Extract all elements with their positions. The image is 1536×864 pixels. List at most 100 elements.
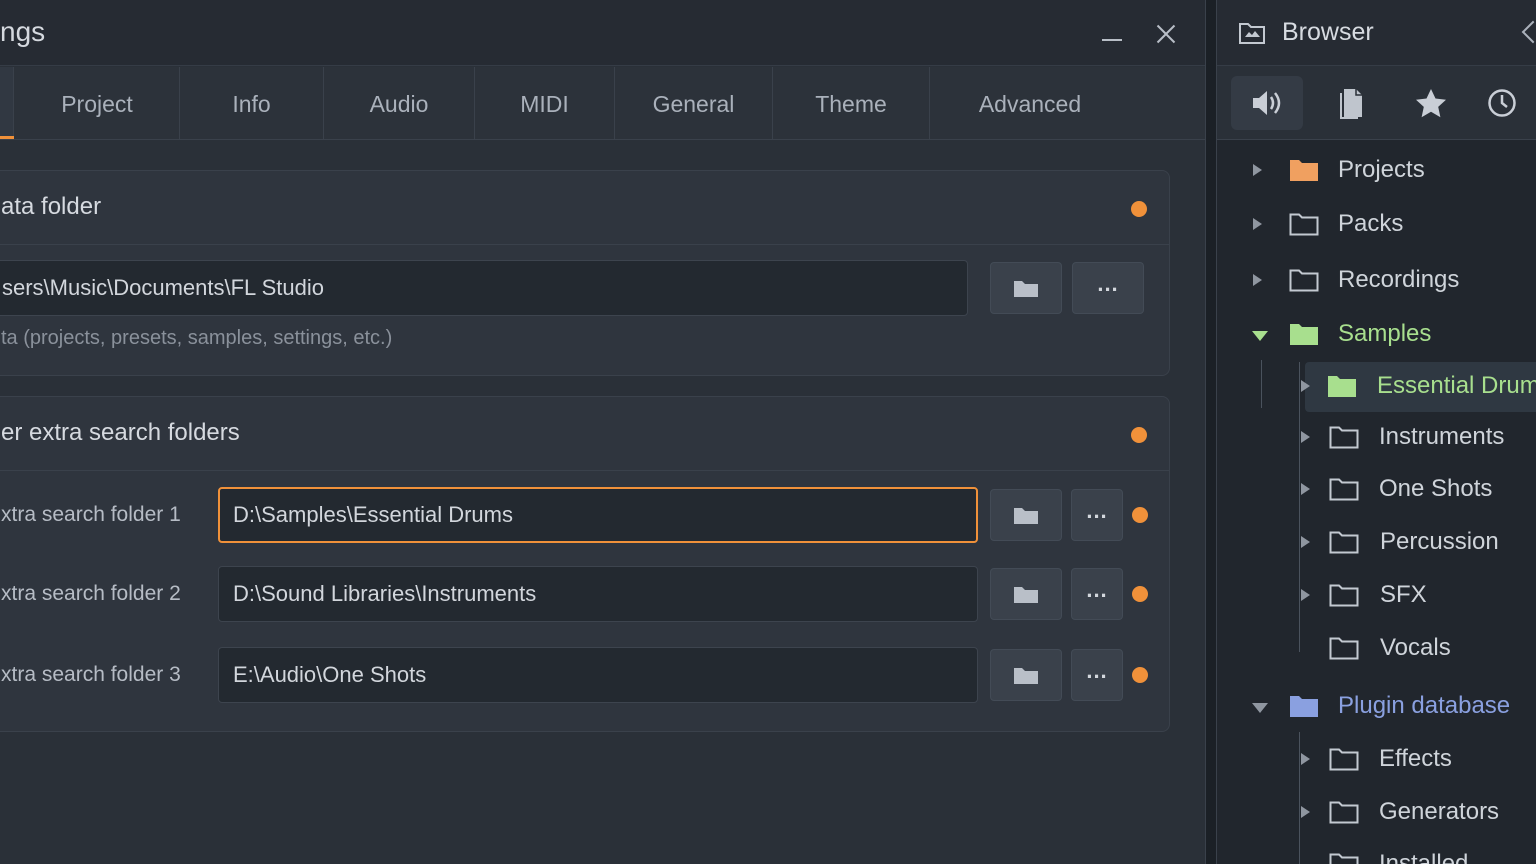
- tree-item-label: Projects: [1338, 156, 1425, 183]
- data-folder-hint: ta (projects, presets, samples, settings…: [1, 327, 393, 349]
- tree-item-essential-drums[interactable]: Essential Drums: [1217, 364, 1536, 408]
- tree-item-recordings[interactable]: Recordings: [1217, 258, 1536, 302]
- extra-folder-1-modified-dot: [1132, 507, 1148, 523]
- tab-general[interactable]: General: [615, 67, 773, 139]
- extra-folder-2-modified-dot: [1132, 586, 1148, 602]
- folder-icon: [1290, 324, 1318, 345]
- tab-project[interactable]: Project: [15, 67, 180, 139]
- folder-icon: [1329, 531, 1359, 554]
- expand-arrow-icon[interactable]: [1301, 431, 1310, 443]
- tab-audio[interactable]: Audio: [324, 67, 475, 139]
- data-folder-path-input[interactable]: sers\Music\Documents\FL Studio: [0, 260, 968, 316]
- files-icon[interactable]: [1318, 76, 1390, 130]
- extra-folder-3-browse-button[interactable]: [990, 649, 1062, 701]
- expand-arrow-icon[interactable]: [1301, 753, 1310, 765]
- collapse-arrow-icon[interactable]: [1252, 703, 1268, 713]
- tree-item-plugin-database[interactable]: Plugin database: [1217, 684, 1536, 728]
- browser-folder-icon: [1239, 23, 1265, 44]
- extra-folder-2-input[interactable]: D:\Sound Libraries\Instruments: [218, 566, 978, 622]
- tree-item-samples[interactable]: Samples: [1217, 312, 1536, 356]
- tree-item-label: Samples: [1338, 320, 1432, 347]
- expand-arrow-icon[interactable]: [1301, 380, 1310, 392]
- folder-icon: [1014, 668, 1038, 684]
- extra-folder-3-more-button[interactable]: ...: [1071, 649, 1123, 701]
- tab-midi[interactable]: MIDI: [475, 67, 615, 139]
- tree-item-label: Instruments: [1379, 423, 1505, 450]
- browser-title: Browser: [1282, 18, 1374, 46]
- tree-item-label: Generators: [1379, 798, 1500, 825]
- folder-icon: [1289, 269, 1319, 292]
- tree-item-label: SFX: [1380, 581, 1427, 608]
- more-options-button[interactable]: ...: [1072, 262, 1144, 314]
- folder-icon: [1290, 696, 1318, 717]
- expand-arrow-icon[interactable]: [1253, 274, 1262, 286]
- clock-icon[interactable]: [1466, 76, 1536, 130]
- tab-theme[interactable]: Theme: [773, 67, 930, 139]
- ellipsis-icon: ...: [1086, 498, 1108, 523]
- tree-item-percussion[interactable]: Percussion: [1217, 520, 1536, 564]
- extra-folder-1-browse-button[interactable]: [990, 489, 1062, 541]
- browser-panel: Browser Projects Packs Recordings Sample…: [1216, 0, 1536, 864]
- collapse-chevron-icon[interactable]: [1521, 20, 1536, 44]
- tree-item-effects[interactable]: Effects: [1217, 737, 1536, 781]
- modified-indicator: [1131, 201, 1147, 217]
- tab-active-partial[interactable]: [0, 67, 14, 139]
- tree-item-one-shots[interactable]: One Shots: [1217, 467, 1536, 511]
- folder-icon: [1329, 801, 1359, 824]
- tab-info[interactable]: Info: [180, 67, 324, 139]
- tab-advanced[interactable]: Advanced: [930, 67, 1130, 139]
- settings-tabs: Project Info Audio MIDI General Theme Ad…: [0, 67, 1205, 140]
- folder-icon: [1014, 508, 1038, 524]
- ellipsis-icon: ...: [1097, 271, 1119, 296]
- extra-folder-1-input[interactable]: D:\Samples\Essential Drums: [218, 487, 978, 543]
- browse-folder-button[interactable]: [990, 262, 1062, 314]
- tree-item-label: Essential Drums: [1377, 372, 1536, 399]
- folder-icon: [1328, 376, 1356, 397]
- expand-arrow-icon[interactable]: [1301, 806, 1310, 818]
- tree-item-label: Packs: [1338, 210, 1404, 237]
- extra-folders-panel: er extra search folders xtra search fold…: [0, 396, 1170, 732]
- extra-folders-header: er extra search folders: [0, 397, 1169, 471]
- close-button[interactable]: [1146, 14, 1186, 54]
- tree-item-label: Plugin database: [1338, 692, 1511, 719]
- tree-item-label: Recordings: [1338, 266, 1460, 293]
- folder-icon: [1329, 478, 1359, 501]
- tree-item-generators[interactable]: Generators: [1217, 790, 1536, 834]
- extra-folder-3-input[interactable]: E:\Audio\One Shots: [218, 647, 978, 703]
- tree-item-packs[interactable]: Packs: [1217, 202, 1536, 246]
- browser-header: Browser: [1217, 0, 1536, 66]
- tree-item-label: Effects: [1379, 745, 1452, 772]
- data-folder-panel: ata folder sers\Music\Documents\FL Studi…: [0, 170, 1170, 376]
- speaker-icon[interactable]: [1231, 76, 1303, 130]
- tree-item-instruments[interactable]: Instruments: [1217, 415, 1536, 459]
- window-title: ngs: [0, 16, 46, 47]
- modified-indicator: [1131, 427, 1147, 443]
- tree-item-label: Installed: [1379, 850, 1469, 864]
- star-icon[interactable]: [1395, 76, 1467, 130]
- tree-item-projects[interactable]: Projects: [1217, 148, 1536, 192]
- expand-arrow-icon[interactable]: [1253, 164, 1262, 176]
- tree-item-sfx[interactable]: SFX: [1217, 573, 1536, 617]
- folder-icon: [1329, 748, 1359, 771]
- ellipsis-icon: ...: [1086, 658, 1108, 683]
- extra-folder-1-label: xtra search folder 1: [1, 503, 181, 526]
- folder-icon: [1329, 853, 1359, 864]
- expand-arrow-icon[interactable]: [1301, 589, 1310, 601]
- extra-folder-3-modified-dot: [1132, 667, 1148, 683]
- extra-folder-3-label: xtra search folder 3: [1, 663, 181, 686]
- extra-folder-2-browse-button[interactable]: [990, 568, 1062, 620]
- extra-folders-title: er extra search folders: [1, 419, 240, 446]
- tree-item-installed[interactable]: Installed: [1217, 842, 1536, 864]
- extra-folder-1-more-button[interactable]: ...: [1071, 489, 1123, 541]
- folder-icon: [1014, 281, 1038, 297]
- collapse-arrow-icon[interactable]: [1252, 331, 1268, 341]
- expand-arrow-icon[interactable]: [1253, 218, 1262, 230]
- folder-icon: [1289, 213, 1319, 236]
- tree-item-vocals[interactable]: Vocals: [1217, 626, 1536, 670]
- extra-folder-2-more-button[interactable]: ...: [1071, 568, 1123, 620]
- minimize-button[interactable]: [1092, 14, 1132, 54]
- tree-item-label: One Shots: [1379, 475, 1493, 502]
- folder-icon: [1329, 426, 1359, 449]
- expand-arrow-icon[interactable]: [1301, 483, 1310, 495]
- expand-arrow-icon[interactable]: [1301, 536, 1310, 548]
